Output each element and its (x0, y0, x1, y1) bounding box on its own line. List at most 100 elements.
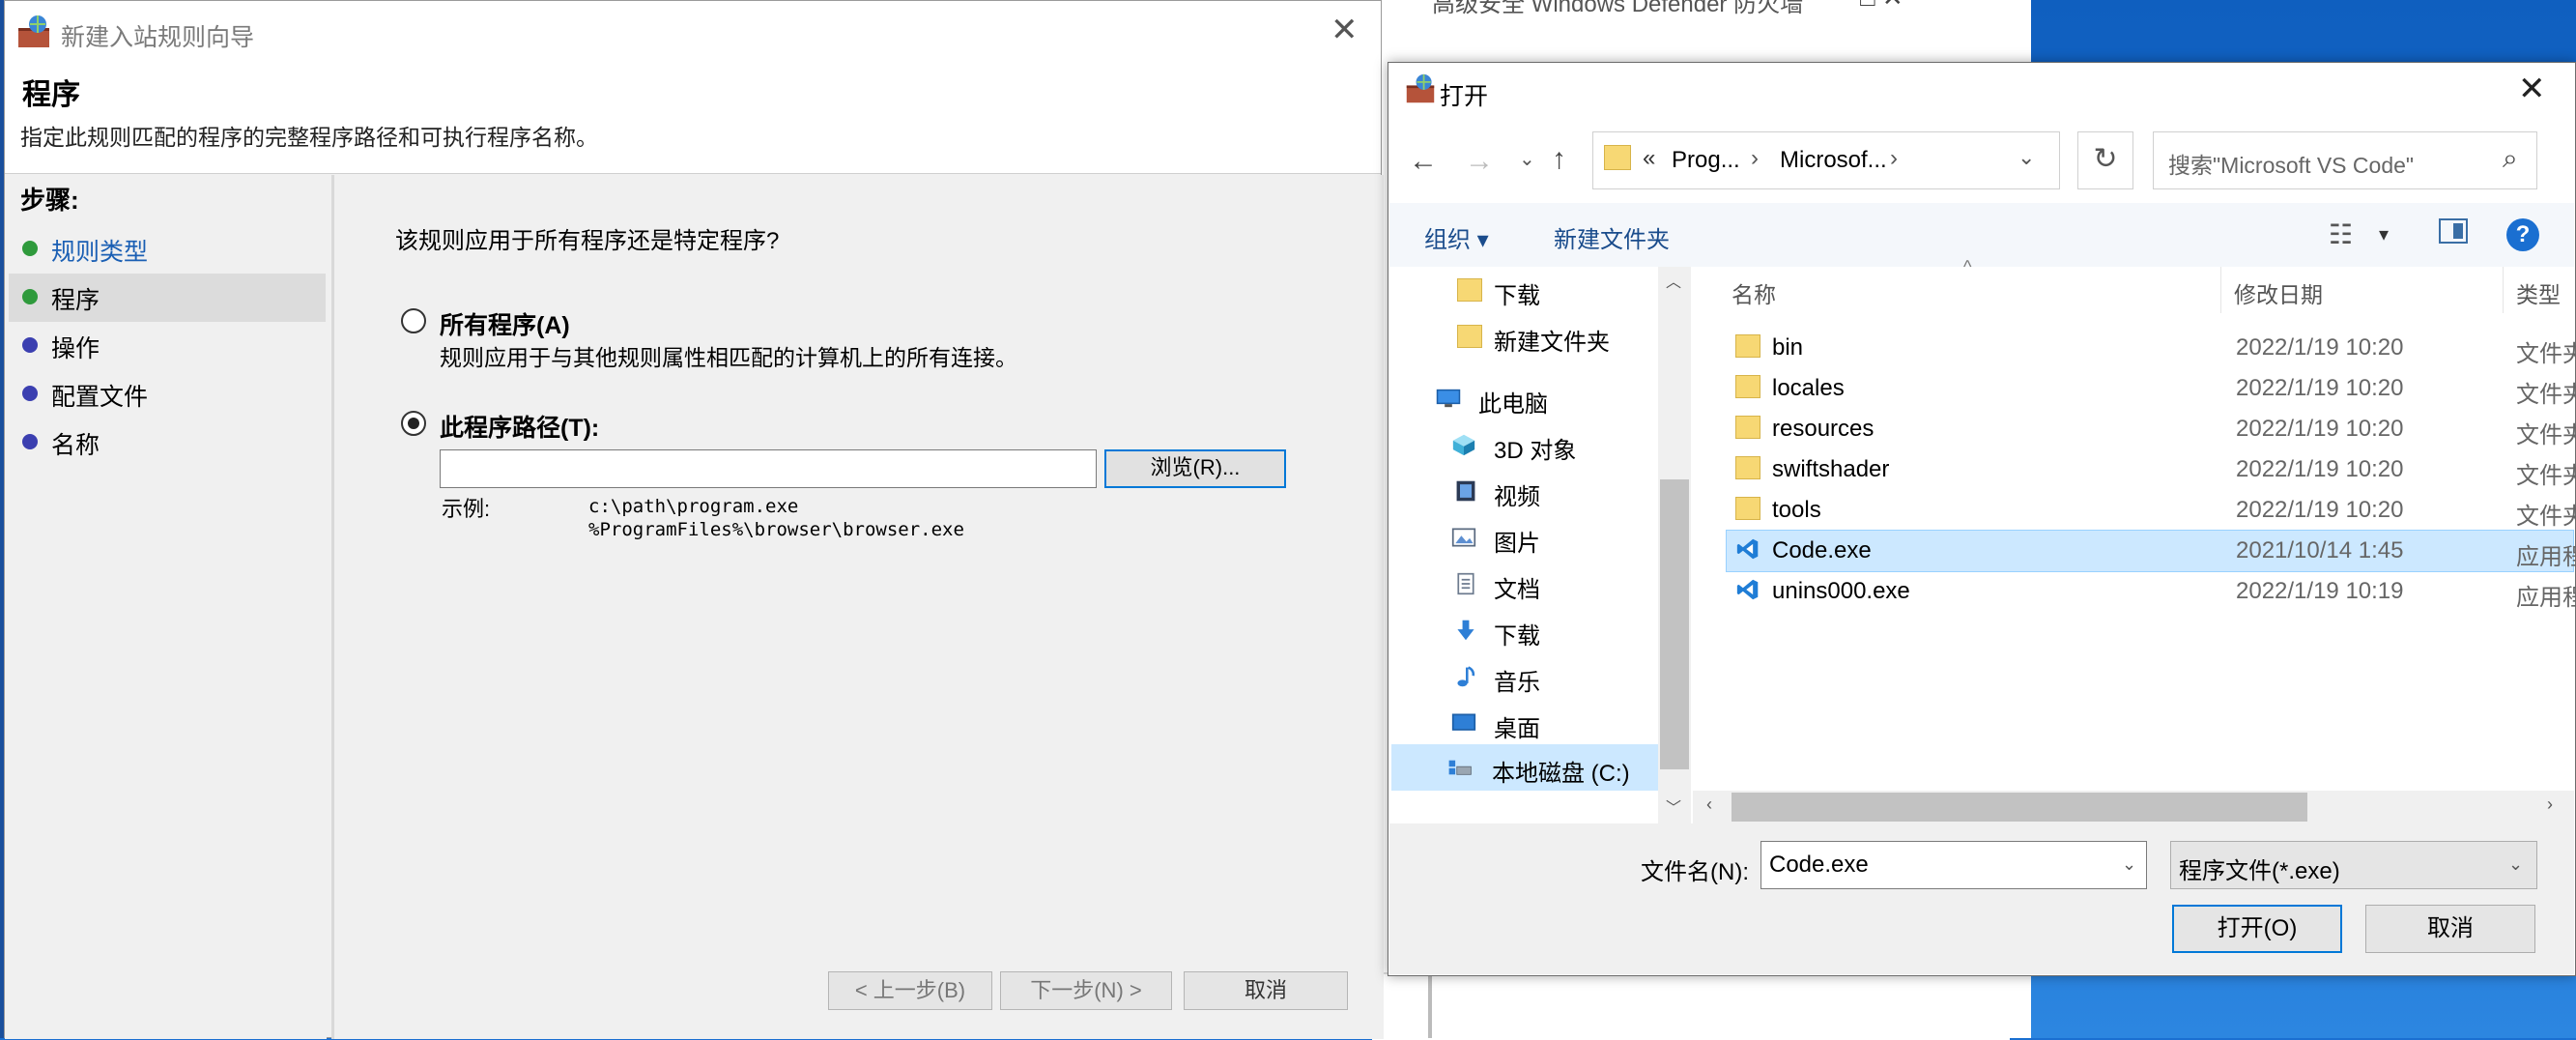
close-icon[interactable]: ✕ (1331, 11, 1359, 49)
scroll-left-icon[interactable]: ‹ (1706, 794, 1712, 815)
column-header-type[interactable]: 类型 (2516, 276, 2561, 309)
nav-item-label: 3D 对象 (1494, 438, 1577, 464)
horizontal-scrollbar-thumb[interactable] (1732, 793, 2307, 822)
file-row[interactable]: unins000.exe 2022/1/19 10:19 应用程序 (1726, 572, 2576, 611)
firewall-icon (18, 15, 49, 47)
column-header-name[interactable]: 名称 (1732, 276, 1776, 309)
file-date: 2022/1/19 10:20 (2236, 375, 2404, 401)
nav-item-pictures[interactable]: 图片 (1389, 514, 1660, 561)
folder-icon (1735, 497, 1760, 520)
inbound-rule-wizard-window: 新建入站规则向导 ✕ 程序 指定此规则匹配的程序的完整程序路径和可执行程序名称。… (4, 0, 1384, 1039)
breadcrumb-separator[interactable]: › (1890, 145, 1898, 172)
nav-item-downloads-2[interactable]: 下载 (1389, 607, 1660, 653)
file-row[interactable]: locales 2022/1/19 10:20 文件夹 (1726, 369, 2576, 408)
file-date: 2022/1/19 10:19 (2236, 578, 2404, 604)
column-header-date[interactable]: 修改日期 (2234, 276, 2323, 309)
open-button[interactable]: 打开(O) (2172, 905, 2342, 953)
nav-item-label: 下载 (1494, 623, 1540, 650)
file-type-filter[interactable]: 程序文件(*.exe) (2170, 841, 2537, 889)
chevron-down-icon[interactable]: ▾ (2379, 222, 2389, 246)
nav-item-3d-objects[interactable]: 3D 对象 (1389, 421, 1660, 468)
back-button[interactable]: < 上一步(B) (828, 971, 992, 1010)
scroll-down-icon[interactable]: ﹀ (1666, 794, 1681, 818)
step-status-dot (22, 337, 38, 353)
nav-item-this-pc[interactable]: 此电脑 (1389, 375, 1660, 421)
preview-pane-icon[interactable] (2439, 218, 2468, 244)
nav-item-local-disk-c[interactable]: 本地磁盘 (C:) (1389, 744, 1660, 791)
step-program: 程序 (11, 274, 326, 320)
nav-item-documents[interactable]: 文档 (1389, 561, 1660, 607)
file-row[interactable]: resources 2022/1/19 10:20 文件夹 (1726, 410, 2576, 448)
drive-icon (1448, 760, 1472, 775)
browse-button[interactable]: 浏览(R)... (1104, 449, 1286, 488)
file-name: unins000.exe (1772, 578, 1910, 604)
example-path-1: c:\path\program.exe (588, 496, 799, 517)
computer-icon (1436, 389, 1461, 408)
up-arrow-icon[interactable]: ↑ (1552, 143, 1566, 176)
breadcrumb-program-files[interactable]: Prog... (1672, 147, 1740, 174)
all-programs-radio[interactable] (401, 308, 426, 333)
next-button[interactable]: 下一步(N) > (1000, 971, 1172, 1010)
folder-icon (1457, 278, 1482, 302)
close-icon[interactable]: ✕ (2518, 70, 2546, 108)
nav-item-videos[interactable]: 视频 (1389, 468, 1660, 514)
chevron-down-icon[interactable]: ⌄ (2122, 854, 2136, 875)
nav-item-music[interactable]: 音乐 (1389, 653, 1660, 700)
file-type: 文件夹 (2516, 463, 2576, 489)
organize-menu[interactable]: 组织 ▾ (1424, 220, 1489, 254)
nav-item-label: 下载 (1494, 283, 1540, 309)
chevron-down-icon[interactable]: ⌄ (2508, 854, 2523, 875)
file-row[interactable]: bin 2022/1/19 10:20 文件夹 (1726, 329, 2576, 367)
nav-item-desktop[interactable]: 桌面 (1389, 700, 1660, 746)
sort-indicator-icon: ^ (1963, 257, 1972, 276)
column-divider[interactable] (2220, 267, 2221, 313)
back-arrow-icon[interactable]: ← (1409, 145, 1438, 178)
video-icon (1456, 480, 1475, 502)
program-path-radio[interactable] (401, 411, 426, 436)
help-icon[interactable]: ? (2506, 218, 2539, 251)
cancel-button[interactable]: 取消 (1184, 971, 1348, 1010)
vscode-icon (1736, 538, 1759, 560)
scroll-right-icon[interactable]: › (2547, 794, 2553, 815)
program-path-input[interactable] (440, 449, 1097, 488)
file-list-header (1693, 267, 2574, 313)
nav-item-new-folder[interactable]: 新建文件夹 (1389, 313, 1660, 360)
nav-item-downloads[interactable]: 下载 (1389, 267, 1660, 313)
refresh-button[interactable]: ↻ (2077, 131, 2133, 189)
breadcrumb-microsoft-vs-code[interactable]: Microsof... (1780, 147, 1887, 174)
column-divider[interactable] (2503, 267, 2504, 313)
file-type: 应用程序 (2516, 544, 2576, 570)
file-date: 2022/1/19 10:20 (2236, 497, 2404, 523)
cube-icon (1452, 434, 1475, 456)
view-options-icon[interactable]: ☷ (2329, 218, 2353, 250)
wizard-content-panel (331, 175, 1384, 1039)
step-profile: 配置文件 (11, 370, 326, 417)
breadcrumb-overflow[interactable]: « (1643, 145, 1655, 172)
nav-item-label: 此电脑 (1478, 391, 1548, 418)
step-label: 名称 (51, 432, 100, 459)
forward-arrow-icon[interactable]: → (1465, 145, 1494, 178)
steps-label: 步骤: (20, 186, 79, 215)
file-row[interactable]: swiftshader 2022/1/19 10:20 文件夹 (1726, 450, 2576, 489)
search-icon[interactable]: ⌕ (2503, 143, 2518, 175)
chevron-down-icon[interactable]: ⌄ (2018, 145, 2035, 170)
folder-icon (1735, 375, 1760, 398)
file-date: 2022/1/19 10:20 (2236, 334, 2404, 361)
file-row-selected[interactable]: Code.exe 2021/10/14 1:45 应用程序 (1726, 532, 2576, 570)
navigation-scrollbar-thumb[interactable] (1660, 479, 1689, 769)
file-type: 文件夹 (2516, 341, 2576, 367)
file-date: 2022/1/19 10:20 (2236, 416, 2404, 442)
program-path-label[interactable]: 此程序路径(T): (440, 409, 599, 444)
chevron-down-icon[interactable]: ⌄ (1519, 147, 1535, 171)
file-row[interactable]: tools 2022/1/19 10:20 文件夹 (1726, 491, 2576, 530)
filename-input[interactable]: Code.exe (1760, 841, 2147, 889)
breadcrumb-separator[interactable]: › (1751, 145, 1759, 172)
new-folder-button[interactable]: 新建文件夹 (1554, 220, 1670, 254)
cancel-button[interactable]: 取消 (2365, 905, 2535, 953)
background-window-controls[interactable]: □ ✕ (1860, 0, 2034, 21)
step-rule-type[interactable]: 规则类型 (11, 225, 326, 272)
filename-label: 文件名(N): (1641, 859, 1749, 885)
all-programs-label[interactable]: 所有程序(A) (440, 306, 570, 341)
desktop-icon (1451, 713, 1476, 731)
scroll-up-icon[interactable]: ︿ (1666, 269, 1681, 292)
